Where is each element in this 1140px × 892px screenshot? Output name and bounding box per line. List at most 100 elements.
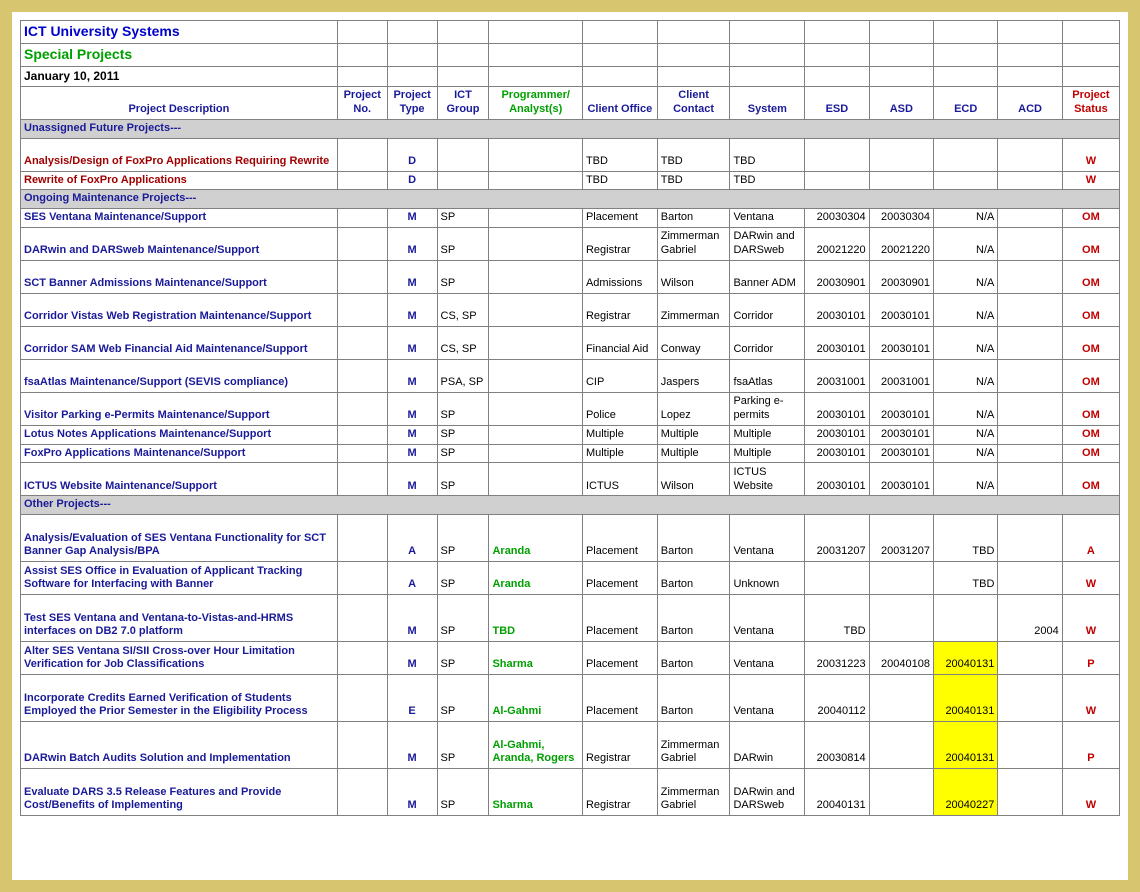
programmer-analyst: Sharma	[489, 642, 582, 675]
programmer-analyst: Al-Gahmi, Aranda, Rogers	[489, 722, 582, 769]
esd: 20030101	[805, 463, 869, 496]
ecd: 20040227	[934, 769, 998, 816]
esd: TBD	[805, 595, 869, 642]
ecd: TBD	[934, 515, 998, 562]
programmer-analyst: Sharma	[489, 769, 582, 816]
project-no	[337, 260, 387, 293]
ict-group	[437, 138, 489, 171]
esd: 20031207	[805, 515, 869, 562]
table-row: SES Ventana Maintenance/SupportMSPPlacem…	[21, 209, 1120, 228]
asd: 20030101	[869, 293, 933, 326]
asd	[869, 171, 933, 190]
system: ICTUS Website	[730, 463, 805, 496]
project-no	[337, 562, 387, 595]
esd: 20031001	[805, 359, 869, 392]
acd: 2004	[998, 595, 1062, 642]
esd	[805, 562, 869, 595]
esd: 20030101	[805, 425, 869, 444]
system: Ventana	[730, 209, 805, 228]
ict-group: SP	[437, 444, 489, 463]
client-contact: Lopez	[657, 392, 730, 425]
sheet-subtitle: Special Projects	[21, 43, 338, 66]
asd: 20030304	[869, 209, 933, 228]
blank-cell	[934, 21, 998, 44]
client-contact: TBD	[657, 138, 730, 171]
project-no	[337, 722, 387, 769]
project-description: Visitor Parking e-Permits Maintenance/Su…	[21, 392, 338, 425]
project-no	[337, 227, 387, 260]
acd	[998, 562, 1062, 595]
system: Multiple	[730, 425, 805, 444]
asd	[869, 722, 933, 769]
table-row: Evaluate DARS 3.5 Release Features and P…	[21, 769, 1120, 816]
asd: 20031001	[869, 359, 933, 392]
system: DARwin and DARSweb	[730, 227, 805, 260]
asd: 20030101	[869, 444, 933, 463]
ecd	[934, 595, 998, 642]
client-office: Placement	[582, 675, 657, 722]
project-description: Incorporate Credits Earned Verification …	[21, 675, 338, 722]
acd	[998, 171, 1062, 190]
asd: 20030101	[869, 392, 933, 425]
programmer-analyst: Al-Gahmi	[489, 675, 582, 722]
system: Ventana	[730, 595, 805, 642]
col-header: ECD	[934, 87, 998, 120]
acd	[998, 138, 1062, 171]
blank-cell	[489, 66, 582, 87]
blank-cell	[998, 43, 1062, 66]
project-status: W	[1062, 138, 1119, 171]
section-header: Other Projects---	[21, 496, 1120, 515]
project-no	[337, 138, 387, 171]
project-description: Test SES Ventana and Ventana-to-Vistas-a…	[21, 595, 338, 642]
project-type: M	[387, 722, 437, 769]
blank-cell	[437, 21, 489, 44]
client-contact: Zimmerman Gabriel	[657, 722, 730, 769]
asd: 20030101	[869, 326, 933, 359]
esd: 20040131	[805, 769, 869, 816]
ict-group: SP	[437, 722, 489, 769]
table-row: SCT Banner Admissions Maintenance/Suppor…	[21, 260, 1120, 293]
system: Banner ADM	[730, 260, 805, 293]
project-type: D	[387, 171, 437, 190]
ecd: N/A	[934, 227, 998, 260]
project-description: DARwin Batch Audits Solution and Impleme…	[21, 722, 338, 769]
programmer-analyst	[489, 260, 582, 293]
client-office: Financial Aid	[582, 326, 657, 359]
table-row: Assist SES Office in Evaluation of Appli…	[21, 562, 1120, 595]
blank-cell	[657, 66, 730, 87]
project-status: OM	[1062, 392, 1119, 425]
project-type: E	[387, 675, 437, 722]
project-description: Assist SES Office in Evaluation of Appli…	[21, 562, 338, 595]
ict-group: PSA, SP	[437, 359, 489, 392]
programmer-analyst	[489, 138, 582, 171]
asd: 20031207	[869, 515, 933, 562]
client-contact: Conway	[657, 326, 730, 359]
blank-cell	[869, 21, 933, 44]
client-office: Registrar	[582, 293, 657, 326]
blank-cell	[489, 21, 582, 44]
project-no	[337, 463, 387, 496]
project-no	[337, 293, 387, 326]
system: Ventana	[730, 642, 805, 675]
blank-cell	[730, 66, 805, 87]
client-office: Registrar	[582, 722, 657, 769]
system: Ventana	[730, 515, 805, 562]
table-row: Test SES Ventana and Ventana-to-Vistas-a…	[21, 595, 1120, 642]
asd	[869, 675, 933, 722]
blank-cell	[582, 43, 657, 66]
blank-cell	[934, 66, 998, 87]
ecd: TBD	[934, 562, 998, 595]
project-status: W	[1062, 769, 1119, 816]
programmer-analyst	[489, 359, 582, 392]
programmer-analyst	[489, 463, 582, 496]
project-type: M	[387, 209, 437, 228]
client-contact: Multiple	[657, 425, 730, 444]
project-description: Corridor Vistas Web Registration Mainten…	[21, 293, 338, 326]
project-type: M	[387, 425, 437, 444]
asd	[869, 138, 933, 171]
project-description: Analysis/Evaluation of SES Ventana Funct…	[21, 515, 338, 562]
blank-cell	[805, 66, 869, 87]
col-header: ASD	[869, 87, 933, 120]
client-contact: Barton	[657, 675, 730, 722]
acd	[998, 463, 1062, 496]
